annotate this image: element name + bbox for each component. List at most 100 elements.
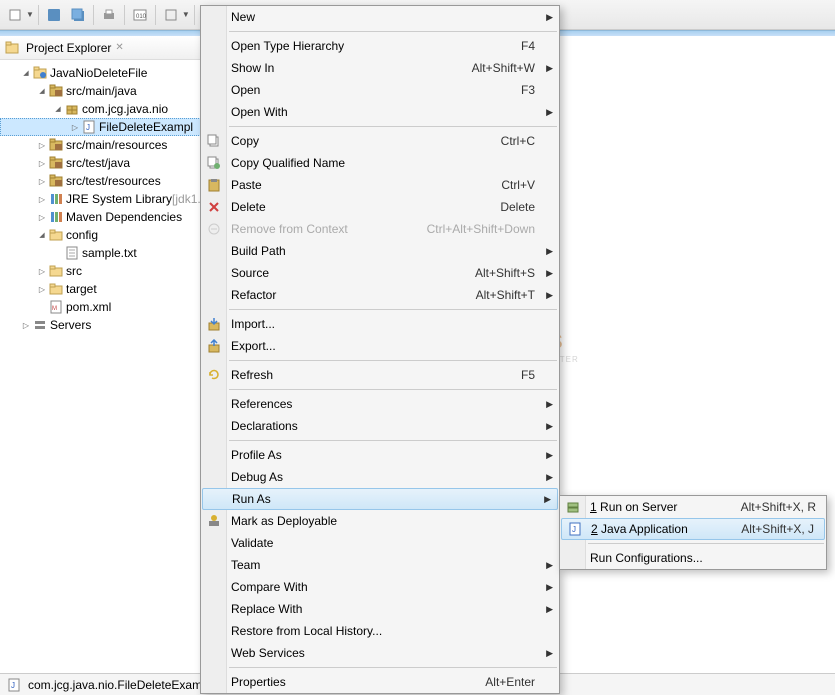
- menu-item-import[interactable]: Import...: [201, 313, 559, 335]
- tree-label: src: [66, 264, 82, 278]
- menu-separator: [588, 543, 824, 544]
- menu-item-2-java-application[interactable]: J2 Java ApplicationAlt+Shift+X, J: [561, 518, 825, 540]
- close-icon[interactable]: ✕: [115, 42, 123, 53]
- expand-arrow-icon[interactable]: ▷: [36, 285, 48, 294]
- tree-label: target: [66, 282, 97, 296]
- menu-item-validate[interactable]: Validate: [201, 532, 559, 554]
- menu-item-properties[interactable]: PropertiesAlt+Enter: [201, 671, 559, 693]
- menu-item-run-as[interactable]: Run As▶: [202, 488, 558, 510]
- expand-arrow-icon[interactable]: ◢: [52, 105, 64, 113]
- menu-label: Open With: [231, 105, 535, 119]
- menu-item-source[interactable]: SourceAlt+Shift+S▶: [201, 262, 559, 284]
- run-as-submenu: 1 Run on ServerAlt+Shift+X, RJ2 Java App…: [559, 495, 827, 570]
- menu-label: Export...: [231, 339, 535, 353]
- menu-item-delete[interactable]: DeleteDelete: [201, 196, 559, 218]
- menu-item-open-with[interactable]: Open With ▶: [201, 101, 559, 123]
- expand-arrow-icon[interactable]: ◢: [20, 69, 32, 77]
- toggle-button[interactable]: [160, 4, 182, 26]
- expand-arrow-icon[interactable]: ▷: [69, 123, 81, 132]
- menu-item-mark-as-deployable[interactable]: Mark as Deployable: [201, 510, 559, 532]
- tree-label: src/test/java: [66, 156, 130, 170]
- tree-label: src/test/resources: [66, 174, 161, 188]
- java-file-icon: J: [6, 677, 22, 693]
- menu-item-copy[interactable]: CopyCtrl+C: [201, 130, 559, 152]
- library-icon: [48, 209, 64, 225]
- menu-item-export[interactable]: Export...: [201, 335, 559, 357]
- expand-arrow-icon[interactable]: ▷: [20, 321, 32, 330]
- paste-icon: [205, 176, 223, 194]
- menu-item-web-services[interactable]: Web Services▶: [201, 642, 559, 664]
- src-folder-icon: [48, 137, 64, 153]
- menu-label: Import...: [231, 317, 535, 331]
- menu-item-1-run-on-server[interactable]: 1 Run on ServerAlt+Shift+X, R: [560, 496, 826, 518]
- library-icon: [48, 191, 64, 207]
- menu-shortcut: Alt+Enter: [485, 675, 535, 689]
- xml-file-icon: M: [48, 299, 64, 315]
- menu-item-open[interactable]: OpenF3: [201, 79, 559, 101]
- menu-label: Mark as Deployable: [231, 514, 535, 528]
- deploy-icon: [205, 512, 223, 530]
- menu-item-build-path[interactable]: Build Path▶: [201, 240, 559, 262]
- import-icon: [205, 315, 223, 333]
- new-button[interactable]: [4, 4, 26, 26]
- binary-button[interactable]: 010: [129, 4, 151, 26]
- svg-text:010: 010: [136, 14, 147, 20]
- menu-shortcut: Ctrl+Alt+Shift+Down: [427, 222, 535, 236]
- expand-arrow-icon[interactable]: ▷: [36, 267, 48, 276]
- print-button[interactable]: [98, 4, 120, 26]
- menu-item-show-in[interactable]: Show InAlt+Shift+W▶: [201, 57, 559, 79]
- submenu-arrow-icon: ▶: [546, 246, 553, 257]
- expand-arrow-icon[interactable]: ▷: [36, 195, 48, 204]
- menu-label: Open Type Hierarchy: [231, 39, 521, 53]
- menu-separator: [229, 360, 557, 361]
- menu-item-replace-with[interactable]: Replace With▶: [201, 598, 559, 620]
- menu-item-profile-as[interactable]: Profile As▶: [201, 444, 559, 466]
- expand-arrow-icon[interactable]: ▷: [36, 177, 48, 186]
- menu-item-copy-qualified-name[interactable]: Copy Qualified Name: [201, 152, 559, 174]
- menu-item-restore-from-local-history[interactable]: Restore from Local History...: [201, 620, 559, 642]
- refresh-icon: [205, 366, 223, 384]
- dropdown-icon[interactable]: ▼: [26, 10, 34, 19]
- expand-arrow-icon[interactable]: ▷: [36, 213, 48, 222]
- submenu-arrow-icon: ▶: [546, 268, 553, 279]
- submenu-arrow-icon: ▶: [546, 290, 553, 301]
- src-folder-icon: [48, 155, 64, 171]
- save-all-button[interactable]: [67, 4, 89, 26]
- menu-label: Refresh: [231, 368, 521, 382]
- submenu-arrow-icon: ▶: [546, 107, 553, 118]
- menu-item-paste[interactable]: PasteCtrl+V: [201, 174, 559, 196]
- menu-item-debug-as[interactable]: Debug As▶: [201, 466, 559, 488]
- menu-label: Properties: [231, 675, 485, 689]
- menu-shortcut: Ctrl+C: [501, 134, 535, 148]
- copy-icon: [205, 132, 223, 150]
- menu-item-compare-with[interactable]: Compare With▶: [201, 576, 559, 598]
- menu-separator: [229, 126, 557, 127]
- package-icon: [64, 101, 80, 117]
- expand-arrow-icon[interactable]: ▷: [36, 159, 48, 168]
- menu-item-team[interactable]: Team▶: [201, 554, 559, 576]
- menu-item-new[interactable]: New▶: [201, 6, 559, 28]
- expand-arrow-icon[interactable]: ◢: [36, 231, 48, 239]
- save-button[interactable]: [43, 4, 65, 26]
- menu-separator: [229, 389, 557, 390]
- menu-item-refactor[interactable]: RefactorAlt+Shift+T▶: [201, 284, 559, 306]
- dropdown-icon[interactable]: ▼: [182, 10, 190, 19]
- expand-arrow-icon[interactable]: ◢: [36, 87, 48, 95]
- menu-item-refresh[interactable]: RefreshF5: [201, 364, 559, 386]
- menu-item-open-type-hierarchy[interactable]: Open Type HierarchyF4: [201, 35, 559, 57]
- submenu-arrow-icon: ▶: [546, 560, 553, 571]
- menu-item-run-configurations[interactable]: Run Configurations...: [560, 547, 826, 569]
- menu-label: Copy Qualified Name: [231, 156, 535, 170]
- tree-label: FileDeleteExampl: [99, 120, 193, 134]
- submenu-arrow-icon: ▶: [544, 494, 551, 505]
- svg-text:M: M: [52, 306, 57, 312]
- expand-arrow-icon[interactable]: ▷: [36, 141, 48, 150]
- submenu-arrow-icon: ▶: [546, 399, 553, 410]
- menu-item-references[interactable]: References▶: [201, 393, 559, 415]
- folder-icon: [48, 263, 64, 279]
- submenu-arrow-icon: ▶: [546, 421, 553, 432]
- menu-item-declarations[interactable]: Declarations▶: [201, 415, 559, 437]
- project-icon: [32, 65, 48, 81]
- folder-icon: [48, 281, 64, 297]
- menu-shortcut: F5: [521, 368, 535, 382]
